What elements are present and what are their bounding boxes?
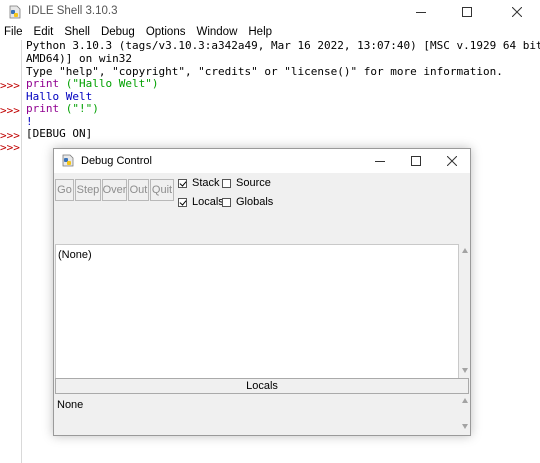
debug-titlebar: Debug Control (54, 149, 470, 173)
menu-debug[interactable]: Debug (96, 24, 141, 40)
stack-checkbox[interactable]: Stack (178, 177, 220, 189)
checkbox-label: Locals (192, 196, 224, 208)
menu-help[interactable]: Help (243, 24, 278, 40)
step-button[interactable]: Step (75, 179, 101, 201)
go-button[interactable]: Go (55, 179, 74, 201)
scroll-up-icon[interactable] (462, 248, 468, 253)
menu-options[interactable]: Options (141, 24, 192, 40)
menu-bar: File Edit Shell Debug Options Window Hel… (0, 24, 540, 40)
checkbox-label: Stack (192, 177, 220, 189)
python-app-icon (8, 5, 22, 19)
stack-listbox[interactable]: (None) (55, 244, 459, 379)
python-app-icon (62, 154, 74, 167)
quit-button[interactable]: Quit (150, 179, 174, 201)
menu-file[interactable]: File (0, 24, 29, 40)
prompt-marker: >>> (0, 141, 20, 154)
debug-status-line: [DEBUG ON] (26, 127, 93, 140)
locals-checkbox[interactable]: Locals (178, 196, 224, 208)
scroll-down-icon[interactable] (462, 368, 468, 373)
stack-entry: (None) (58, 249, 92, 261)
debug-toolbar: Go Step Over Out Quit (55, 179, 175, 201)
debug-minimize-button[interactable] (361, 149, 399, 173)
checkbox-box (178, 197, 187, 207)
window-title: IDLE Shell 3.10.3 (28, 5, 118, 17)
prompt-gutter: >>> >>> >>> >>> (0, 40, 22, 463)
minimize-icon (375, 161, 385, 162)
minimize-icon (416, 12, 426, 13)
debug-window-title: Debug Control (81, 155, 152, 167)
checkbox-box (222, 178, 231, 188)
string-literal: ("!") (65, 102, 99, 115)
minimize-button[interactable] (398, 0, 444, 24)
command-line: print ("Hallo Welt") (26, 77, 159, 91)
keyword-print: print (26, 102, 60, 115)
prompt-marker: >>> (0, 104, 20, 117)
close-button[interactable] (494, 0, 540, 24)
close-icon (447, 156, 457, 166)
menu-edit[interactable]: Edit (29, 24, 60, 40)
checkbox-label: Globals (236, 196, 274, 208)
out-button[interactable]: Out (128, 179, 149, 201)
scroll-up-icon[interactable] (462, 398, 468, 403)
maximize-icon (462, 7, 472, 17)
locals-listbox[interactable]: None (55, 394, 459, 434)
menu-window[interactable]: Window (191, 24, 243, 40)
command-line: print ("!") (26, 102, 99, 116)
window-titlebar: IDLE Shell 3.10.3 (0, 0, 540, 24)
locals-header: Locals (55, 378, 469, 394)
source-checkbox[interactable]: Source (222, 177, 271, 189)
checkbox-box (222, 197, 231, 207)
string-literal: ("Hallo Welt") (65, 77, 159, 90)
over-button[interactable]: Over (102, 179, 127, 201)
close-icon (512, 7, 522, 17)
menu-shell[interactable]: Shell (59, 24, 96, 40)
locals-entry: None (57, 399, 84, 411)
globals-checkbox[interactable]: Globals (222, 196, 273, 208)
stack-scrollbar[interactable] (459, 244, 470, 379)
banner-line: AMD64)] on win32 (26, 52, 132, 65)
debug-close-button[interactable] (433, 149, 471, 173)
prompt-marker: >>> (0, 79, 20, 92)
debug-maximize-button[interactable] (397, 149, 435, 173)
banner-line: Python 3.10.3 (tags/v3.10.3:a342a49, Mar… (26, 39, 540, 52)
maximize-button[interactable] (444, 0, 490, 24)
checkbox-box (178, 178, 187, 188)
debug-control-window: Debug Control Go Step Over Out Quit Stac… (53, 148, 471, 436)
keyword-print: print (26, 77, 60, 90)
checkbox-label: Source (236, 177, 271, 189)
locals-scrollbar[interactable] (459, 394, 470, 434)
maximize-icon (411, 156, 421, 166)
scroll-down-icon[interactable] (462, 424, 468, 429)
